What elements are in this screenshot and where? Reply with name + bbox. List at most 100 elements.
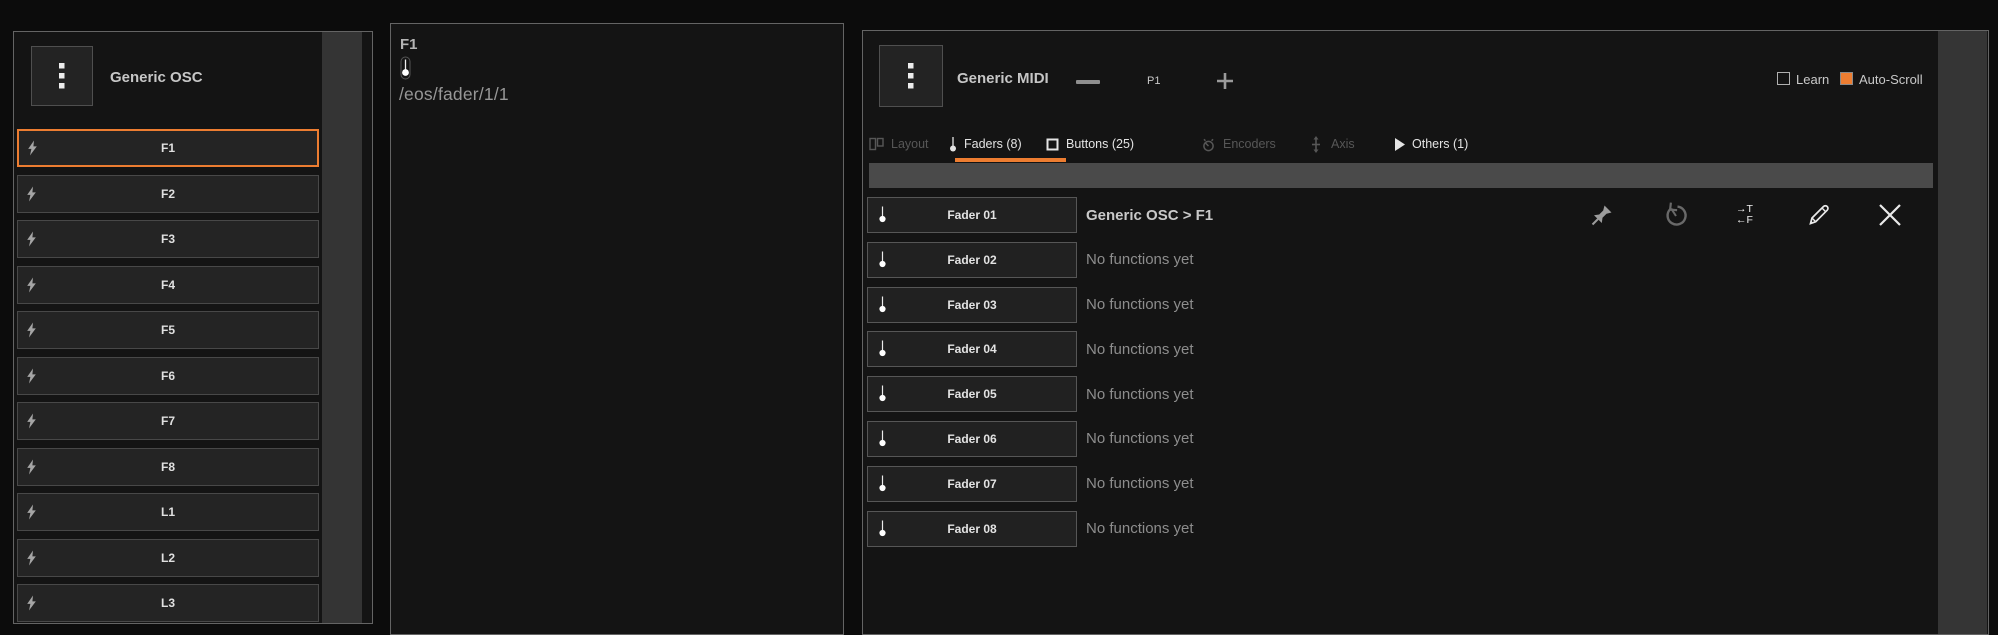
fader-control[interactable]: Fader 05 <box>867 376 1077 413</box>
osc-command-item[interactable]: L3 <box>17 584 319 622</box>
tf-feedback-label: ←F <box>1736 214 1753 226</box>
lightning-icon <box>26 231 37 247</box>
lightning-icon <box>26 595 37 611</box>
fader-function-text: No functions yet <box>1086 475 1194 493</box>
fader-icon <box>878 518 887 539</box>
osc-command-item[interactable]: L2 <box>17 538 319 577</box>
command-label: F2 <box>160 186 175 201</box>
midi-menu-button[interactable] <box>879 45 943 107</box>
fader-control[interactable]: Fader 08 <box>867 510 1077 547</box>
lightning-icon <box>26 550 37 565</box>
fader-function-text: No functions yet <box>1086 520 1194 538</box>
kebab-icon <box>59 63 65 89</box>
reset-button[interactable] <box>1662 201 1690 229</box>
lightning-icon <box>26 368 37 383</box>
fader-icon <box>878 249 887 270</box>
command-label: L1 <box>160 505 175 519</box>
osc-command-item[interactable]: F2 <box>17 174 319 213</box>
fader-function-text: No functions yet <box>1086 296 1194 314</box>
kebab-icon <box>908 63 914 89</box>
fader-icon <box>878 205 887 226</box>
osc-command-item[interactable]: F8 <box>17 447 319 486</box>
control-type-tab[interactable]: Others (1) <box>1394 133 1468 155</box>
command-label: F8 <box>160 459 175 474</box>
page-prev-button[interactable] <box>1076 80 1100 84</box>
tab-label: Axis <box>1331 137 1355 151</box>
osc-menu-button[interactable] <box>31 46 93 106</box>
delete-icon[interactable] <box>1877 202 1903 228</box>
tab-label: Layout <box>891 137 929 151</box>
pin-button[interactable] <box>1589 202 1615 228</box>
command-label: F1 <box>160 141 175 155</box>
lightning-icon <box>26 322 37 338</box>
control-type-tab[interactable]: Layout <box>869 133 929 155</box>
play-icon <box>1394 137 1405 151</box>
toggle-tf-button[interactable]: →T ←F <box>1736 204 1753 226</box>
fader-row: Fader 03 No functions yet →T ←F <box>867 286 1934 323</box>
horizontal-scrollbar[interactable] <box>869 163 1933 188</box>
osc-module-title: Generic OSC <box>110 69 203 86</box>
command-label: F4 <box>160 277 175 292</box>
command-detail-title: F1 <box>400 36 418 53</box>
osc-command-item[interactable]: L1 <box>17 493 319 531</box>
vertical-scrollbar[interactable] <box>1938 31 1987 634</box>
fader-row: Fader 07 No functions yet →T ←F <box>867 465 1934 502</box>
command-label: L3 <box>160 596 175 610</box>
page-label: P1 <box>1147 75 1161 87</box>
fader-function-text: No functions yet <box>1086 385 1194 403</box>
fader-label: Fader 07 <box>947 476 997 491</box>
lightning-icon <box>27 140 38 156</box>
fader-icon <box>878 428 887 449</box>
osc-address-value: /eos/fader/1/1 <box>399 84 509 104</box>
osc-command-item[interactable]: F5 <box>17 311 319 349</box>
control-type-tab[interactable]: Buttons (25) <box>1046 133 1134 155</box>
fader-control[interactable]: Fader 03 <box>867 286 1077 323</box>
lightning-icon <box>26 413 37 429</box>
osc-command-item[interactable]: F4 <box>17 265 319 304</box>
fader-row: Fader 05 No functions yet →T ←F <box>867 376 1934 413</box>
active-tab-underline <box>955 158 1066 162</box>
midi-module-panel: Generic MIDI P1 Learn Auto-Scroll Layout… <box>862 30 1989 635</box>
learn-label: Learn <box>1796 72 1830 87</box>
fader-icon <box>400 56 411 80</box>
control-type-tab[interactable]: Faders (8) <box>949 133 1022 155</box>
encoder-icon <box>1201 137 1216 152</box>
edit-button[interactable] <box>1805 201 1833 229</box>
learn-checkbox[interactable] <box>1777 72 1790 85</box>
fader-icon <box>878 339 887 360</box>
command-detail-panel: F1 /eos/fader/1/1 <box>390 23 844 635</box>
control-type-tab[interactable]: Encoders <box>1201 133 1276 155</box>
fader-control[interactable]: Fader 04 <box>867 331 1077 368</box>
midi-module-title: Generic MIDI <box>957 70 1049 87</box>
fader-row: Fader 08 No functions yet →T ←F <box>867 510 1934 547</box>
fader-icon <box>878 384 887 405</box>
fader-label: Fader 04 <box>947 342 997 357</box>
osc-command-item[interactable]: F3 <box>17 220 319 258</box>
command-label: L2 <box>160 550 175 565</box>
axis-icon <box>1308 135 1324 153</box>
fader-icon <box>878 473 887 494</box>
fader-control[interactable]: Fader 07 <box>867 465 1077 502</box>
osc-list-scrollbar[interactable] <box>322 32 362 623</box>
fader-function-text: Generic OSC > F1 <box>1086 206 1214 224</box>
fader-mapping-list: Fader 01 Generic OSC > F1 →T ←F Fader 02… <box>867 197 1934 547</box>
fader-row: Fader 01 Generic OSC > F1 →T ←F <box>867 197 1934 233</box>
tab-label: Encoders <box>1223 137 1276 151</box>
osc-command-list: F1 F2 F3 F4 F5 F6 F7 F8 L1 L2 L3 <box>17 129 319 622</box>
fader-control[interactable]: Fader 06 <box>867 420 1077 457</box>
fader-label: Fader 05 <box>947 387 997 402</box>
osc-command-item[interactable]: F1 <box>17 129 319 167</box>
lightning-icon <box>26 459 37 474</box>
control-type-tab[interactable]: Axis <box>1308 133 1355 155</box>
fader-control[interactable]: Fader 01 <box>867 197 1077 233</box>
osc-module-panel: Generic OSC F1 F2 F3 F4 F5 F6 F7 F8 L1 L… <box>13 31 373 624</box>
command-label: F6 <box>160 368 175 383</box>
page-next-button[interactable] <box>1215 71 1235 91</box>
fader-control[interactable]: Fader 02 <box>867 241 1077 278</box>
autoscroll-checkbox[interactable] <box>1840 72 1853 85</box>
tab-label: Buttons (25) <box>1066 137 1135 151</box>
fader-row: Fader 02 No functions yet →T ←F <box>867 241 1934 278</box>
osc-command-item[interactable]: F7 <box>17 402 319 440</box>
osc-command-item[interactable]: F6 <box>17 356 319 395</box>
button-icon <box>1046 138 1059 151</box>
